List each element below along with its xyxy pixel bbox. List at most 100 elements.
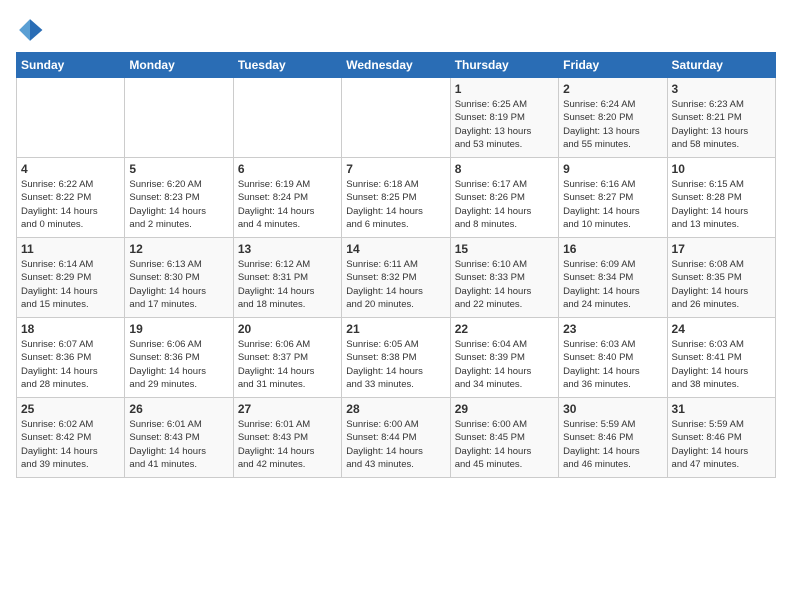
day-number: 13	[238, 242, 337, 256]
day-number: 28	[346, 402, 445, 416]
day-number: 27	[238, 402, 337, 416]
day-cell: 15 Sunrise: 6:10 AM Sunset: 8:33 PM Dayli…	[450, 238, 558, 318]
day-cell	[233, 78, 341, 158]
logo-icon	[16, 16, 44, 44]
day-cell: 28 Sunrise: 6:00 AM Sunset: 8:44 PM Dayli…	[342, 398, 450, 478]
day-cell: 4 Sunrise: 6:22 AM Sunset: 8:22 PM Daylig…	[17, 158, 125, 238]
day-number: 6	[238, 162, 337, 176]
day-info: Sunrise: 6:11 AM Sunset: 8:32 PM Dayligh…	[346, 258, 445, 311]
day-number: 2	[563, 82, 662, 96]
day-info: Sunrise: 6:06 AM Sunset: 8:37 PM Dayligh…	[238, 338, 337, 391]
col-header-monday: Monday	[125, 53, 233, 78]
col-header-friday: Friday	[559, 53, 667, 78]
day-cell: 18 Sunrise: 6:07 AM Sunset: 8:36 PM Dayli…	[17, 318, 125, 398]
week-row-4: 18 Sunrise: 6:07 AM Sunset: 8:36 PM Dayli…	[17, 318, 776, 398]
day-cell: 12 Sunrise: 6:13 AM Sunset: 8:30 PM Dayli…	[125, 238, 233, 318]
logo	[16, 16, 46, 44]
day-cell: 29 Sunrise: 6:00 AM Sunset: 8:45 PM Dayli…	[450, 398, 558, 478]
day-info: Sunrise: 5:59 AM Sunset: 8:46 PM Dayligh…	[563, 418, 662, 471]
day-number: 17	[672, 242, 771, 256]
day-number: 18	[21, 322, 120, 336]
day-info: Sunrise: 6:12 AM Sunset: 8:31 PM Dayligh…	[238, 258, 337, 311]
page-header	[16, 16, 776, 44]
day-cell: 13 Sunrise: 6:12 AM Sunset: 8:31 PM Dayli…	[233, 238, 341, 318]
day-number: 3	[672, 82, 771, 96]
day-cell: 7Sunrise: 6:18 AM Sunset: 8:25 PM Daylig…	[342, 158, 450, 238]
header-row: SundayMondayTuesdayWednesdayThursdayFrid…	[17, 53, 776, 78]
day-info: Sunrise: 6:08 AM Sunset: 8:35 PM Dayligh…	[672, 258, 771, 311]
day-cell	[342, 78, 450, 158]
col-header-saturday: Saturday	[667, 53, 775, 78]
week-row-1: 1 Sunrise: 6:25 AM Sunset: 8:19 PM Daylig…	[17, 78, 776, 158]
day-info: Sunrise: 6:17 AM Sunset: 8:26 PM Dayligh…	[455, 178, 554, 231]
day-cell	[17, 78, 125, 158]
day-cell: 11Sunrise: 6:14 AM Sunset: 8:29 PM Dayli…	[17, 238, 125, 318]
day-info: Sunrise: 6:23 AM Sunset: 8:21 PM Dayligh…	[672, 98, 771, 151]
day-cell: 3 Sunrise: 6:23 AM Sunset: 8:21 PM Daylig…	[667, 78, 775, 158]
day-info: Sunrise: 6:00 AM Sunset: 8:44 PM Dayligh…	[346, 418, 445, 471]
day-info: Sunrise: 6:06 AM Sunset: 8:36 PM Dayligh…	[129, 338, 228, 391]
day-number: 15	[455, 242, 554, 256]
day-info: Sunrise: 5:59 AM Sunset: 8:46 PM Dayligh…	[672, 418, 771, 471]
col-header-sunday: Sunday	[17, 53, 125, 78]
day-number: 31	[672, 402, 771, 416]
day-info: Sunrise: 6:15 AM Sunset: 8:28 PM Dayligh…	[672, 178, 771, 231]
day-number: 8	[455, 162, 554, 176]
day-cell: 27 Sunrise: 6:01 AM Sunset: 8:43 PM Dayli…	[233, 398, 341, 478]
day-cell: 1 Sunrise: 6:25 AM Sunset: 8:19 PM Daylig…	[450, 78, 558, 158]
day-cell: 25 Sunrise: 6:02 AM Sunset: 8:42 PM Dayli…	[17, 398, 125, 478]
day-number: 1	[455, 82, 554, 96]
day-number: 24	[672, 322, 771, 336]
day-number: 16	[563, 242, 662, 256]
day-info: Sunrise: 6:04 AM Sunset: 8:39 PM Dayligh…	[455, 338, 554, 391]
day-cell: 2 Sunrise: 6:24 AM Sunset: 8:20 PM Daylig…	[559, 78, 667, 158]
day-cell: 10 Sunrise: 6:15 AM Sunset: 8:28 PM Dayli…	[667, 158, 775, 238]
day-info: Sunrise: 6:22 AM Sunset: 8:22 PM Dayligh…	[21, 178, 120, 231]
day-cell: 8 Sunrise: 6:17 AM Sunset: 8:26 PM Daylig…	[450, 158, 558, 238]
day-number: 4	[21, 162, 120, 176]
day-number: 10	[672, 162, 771, 176]
day-info: Sunrise: 6:18 AM Sunset: 8:25 PM Dayligh…	[346, 178, 445, 231]
day-info: Sunrise: 6:07 AM Sunset: 8:36 PM Dayligh…	[21, 338, 120, 391]
day-info: Sunrise: 6:13 AM Sunset: 8:30 PM Dayligh…	[129, 258, 228, 311]
day-number: 22	[455, 322, 554, 336]
day-cell: 20Sunrise: 6:06 AM Sunset: 8:37 PM Dayli…	[233, 318, 341, 398]
day-cell: 24Sunrise: 6:03 AM Sunset: 8:41 PM Dayli…	[667, 318, 775, 398]
day-info: Sunrise: 6:01 AM Sunset: 8:43 PM Dayligh…	[129, 418, 228, 471]
day-cell: 21 Sunrise: 6:05 AM Sunset: 8:38 PM Dayli…	[342, 318, 450, 398]
week-row-2: 4 Sunrise: 6:22 AM Sunset: 8:22 PM Daylig…	[17, 158, 776, 238]
col-header-thursday: Thursday	[450, 53, 558, 78]
day-cell: 30 Sunrise: 5:59 AM Sunset: 8:46 PM Dayli…	[559, 398, 667, 478]
day-info: Sunrise: 6:25 AM Sunset: 8:19 PM Dayligh…	[455, 98, 554, 151]
day-number: 5	[129, 162, 228, 176]
week-row-3: 11Sunrise: 6:14 AM Sunset: 8:29 PM Dayli…	[17, 238, 776, 318]
day-info: Sunrise: 6:02 AM Sunset: 8:42 PM Dayligh…	[21, 418, 120, 471]
day-cell: 31 Sunrise: 5:59 AM Sunset: 8:46 PM Dayli…	[667, 398, 775, 478]
week-row-5: 25 Sunrise: 6:02 AM Sunset: 8:42 PM Dayli…	[17, 398, 776, 478]
day-number: 23	[563, 322, 662, 336]
day-info: Sunrise: 6:20 AM Sunset: 8:23 PM Dayligh…	[129, 178, 228, 231]
day-info: Sunrise: 6:10 AM Sunset: 8:33 PM Dayligh…	[455, 258, 554, 311]
day-cell: 9Sunrise: 6:16 AM Sunset: 8:27 PM Daylig…	[559, 158, 667, 238]
day-cell: 5 Sunrise: 6:20 AM Sunset: 8:23 PM Daylig…	[125, 158, 233, 238]
day-cell: 26Sunrise: 6:01 AM Sunset: 8:43 PM Dayli…	[125, 398, 233, 478]
day-number: 9	[563, 162, 662, 176]
day-cell	[125, 78, 233, 158]
day-cell: 17 Sunrise: 6:08 AM Sunset: 8:35 PM Dayli…	[667, 238, 775, 318]
day-number: 19	[129, 322, 228, 336]
day-cell: 19 Sunrise: 6:06 AM Sunset: 8:36 PM Dayli…	[125, 318, 233, 398]
day-number: 30	[563, 402, 662, 416]
day-cell: 23Sunrise: 6:03 AM Sunset: 8:40 PM Dayli…	[559, 318, 667, 398]
day-info: Sunrise: 6:19 AM Sunset: 8:24 PM Dayligh…	[238, 178, 337, 231]
col-header-wednesday: Wednesday	[342, 53, 450, 78]
day-info: Sunrise: 6:01 AM Sunset: 8:43 PM Dayligh…	[238, 418, 337, 471]
day-number: 12	[129, 242, 228, 256]
day-number: 21	[346, 322, 445, 336]
day-number: 25	[21, 402, 120, 416]
day-number: 29	[455, 402, 554, 416]
day-info: Sunrise: 6:24 AM Sunset: 8:20 PM Dayligh…	[563, 98, 662, 151]
day-info: Sunrise: 6:00 AM Sunset: 8:45 PM Dayligh…	[455, 418, 554, 471]
day-info: Sunrise: 6:05 AM Sunset: 8:38 PM Dayligh…	[346, 338, 445, 391]
day-info: Sunrise: 6:14 AM Sunset: 8:29 PM Dayligh…	[21, 258, 120, 311]
day-info: Sunrise: 6:09 AM Sunset: 8:34 PM Dayligh…	[563, 258, 662, 311]
